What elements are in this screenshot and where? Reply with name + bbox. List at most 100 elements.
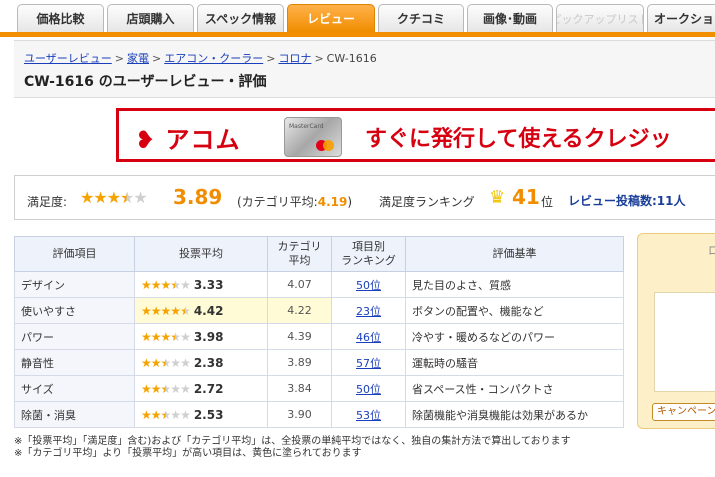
side-widget-header: ロ (708, 242, 715, 258)
row-vote-average: ★★★★★ 2.38 (134, 349, 268, 376)
tab-review[interactable]: レビュー (287, 4, 375, 32)
table-row-quietness: 静音性 ★★★★★ 2.38 3.89 57位 運転時の騒音 (14, 349, 624, 376)
row-vote-average: ★★★★★ 3.33 (134, 271, 268, 298)
row-item-label: 静音性 (14, 349, 135, 376)
side-widget-panel (654, 292, 715, 392)
star-icon: ★ (160, 407, 172, 422)
banner-logo-text: アコム (165, 126, 241, 154)
row-ranking-link[interactable]: 57位 (356, 357, 381, 370)
star-icon: ★ (141, 277, 152, 292)
row-vote-average: ★★★★★ 3.98 (134, 323, 268, 350)
row-category-average: 3.84 (267, 375, 332, 402)
side-widget: ロ キャンペーン (637, 233, 715, 429)
page-title: CW-1616 のユーザーレビュー・評価 (24, 74, 267, 90)
star-icon: ★ (150, 303, 162, 318)
star-icon: ★ (180, 381, 191, 396)
category-average-close: ) (347, 195, 353, 209)
tab-images-videos[interactable]: 画像･動画 (467, 4, 553, 32)
table-row-design: デザイン ★★★★★ 3.33 4.07 50位 見た目のよさ、質感 (14, 271, 624, 298)
row-ranking-link[interactable]: 50位 (356, 383, 381, 396)
tab-store-purchase[interactable]: 店頭購入 (107, 4, 194, 32)
row-category-average: 4.07 (267, 271, 332, 298)
tab-pickup-list[interactable]: ピックアップリスト (556, 4, 644, 32)
ranking-label: 満足度ランキング (379, 195, 475, 209)
ranking-unit: 位 (541, 195, 554, 209)
row-stars: ★★★★★ (141, 329, 191, 344)
star-icon: ★ (150, 381, 162, 396)
tab-spec-info[interactable]: スペック情報 (197, 4, 284, 32)
row-score: 4.42 (193, 303, 224, 318)
category-average: (カテゴリ平均:4.19) (237, 193, 352, 210)
star-icon: ★ (141, 381, 152, 396)
row-stars: ★★★★★ (141, 407, 191, 422)
star-icon: ★ (160, 303, 172, 318)
star-icon: ★ (170, 277, 181, 292)
row-ranking: 50位 (331, 271, 406, 298)
row-criteria: 冷やす・暖めるなどのパワー (405, 323, 624, 350)
campaign-button[interactable]: キャンペーン (652, 403, 715, 421)
ranking-value: 41 (512, 185, 540, 209)
star-icon: ★ (180, 329, 191, 344)
page-header: ユーザーレビュー > 家電 > エアコン・クーラー > コロナ > CW-1616 CW-161… (14, 40, 715, 98)
row-score: 2.72 (193, 381, 224, 396)
table-row-usability: 使いやすさ ★★★★★ 4.42 4.22 23位 ボタンの配置や、機能など (14, 297, 624, 324)
star-icon: ★ (180, 407, 191, 422)
tab-kuchikomi[interactable]: クチコミ (378, 4, 464, 32)
star-icon: ★ (120, 188, 134, 207)
row-item-label: デザイン (14, 271, 135, 298)
satisfaction-label: 満足度: (27, 195, 68, 209)
breadcrumb-separator: > (314, 52, 324, 65)
satisfaction-stars: ★★★★★ (80, 188, 148, 207)
row-category-average: 4.22 (267, 297, 332, 324)
row-stars: ★★★★★ (141, 303, 191, 318)
row-ranking: 23位 (331, 297, 406, 324)
footnotes: ※「投票平均」「満足度」含む)および「カテゴリ平均」は、全投票の単純平均ではなく… (14, 436, 571, 460)
star-icon: ★ (180, 277, 191, 292)
row-item-label: 除菌・消臭 (14, 401, 135, 428)
row-stars: ★★★★★ (141, 277, 191, 292)
row-ranking: 57位 (331, 349, 406, 376)
tab-auction[interactable]: オークショ (647, 4, 715, 32)
star-icon: ★ (80, 188, 94, 207)
row-ranking: 46位 (331, 323, 406, 350)
acom-mark-icon: ❥ (135, 126, 157, 154)
row-criteria: 除菌機能や消臭機能は効果があるか (405, 401, 624, 428)
tab-price-compare[interactable]: 価格比較 (17, 4, 104, 32)
breadcrumb-link-aircon[interactable]: エアコン・クーラー (164, 52, 263, 65)
table-header-row: 評価項目 投票平均 カテゴリ 平均 項目別 ランキング 評価基準 (14, 236, 624, 272)
ad-banner[interactable]: ❥ アコム MasterCard すぐに発行して使えるクレジッ (116, 108, 715, 162)
breadcrumb-separator: > (266, 52, 276, 65)
breadcrumb-separator: > (114, 52, 124, 65)
row-ranking-link[interactable]: 50位 (356, 279, 381, 292)
star-icon: ★ (160, 329, 172, 344)
row-category-average: 3.89 (267, 349, 332, 376)
star-icon: ★ (150, 277, 162, 292)
row-score: 2.53 (193, 407, 224, 422)
category-average-label: (カテゴリ平均: (237, 195, 318, 209)
row-ranking-link[interactable]: 23位 (356, 305, 381, 318)
star-icon: ★ (141, 303, 152, 318)
tab-underline (0, 32, 715, 37)
row-category-average: 3.90 (267, 401, 332, 428)
mastercard-orange-circle (323, 140, 334, 151)
star-icon: ★ (170, 407, 181, 422)
row-item-label: パワー (14, 323, 135, 350)
breadcrumb-link-corona[interactable]: コロナ (278, 52, 311, 65)
row-category-average: 4.39 (267, 323, 332, 350)
star-icon: ★ (170, 381, 181, 396)
header-item-ranking: 項目別 ランキング (331, 236, 406, 272)
row-ranking-link[interactable]: 53位 (356, 409, 381, 422)
row-criteria: 省スペース性・コンパクトさ (405, 375, 624, 402)
row-item-label: 使いやすさ (14, 297, 135, 324)
crown-icon: ♛ (489, 187, 506, 208)
star-icon: ★ (150, 407, 162, 422)
row-stars: ★★★★★ (141, 381, 191, 396)
footnote-1: ※「投票平均」「満足度」含む)および「カテゴリ平均」は、全投票の単純平均ではなく… (14, 436, 571, 447)
star-icon: ★ (106, 188, 121, 207)
breadcrumb-link-appliances[interactable]: 家電 (127, 52, 149, 65)
breadcrumb-link-user-review[interactable]: ユーザーレビュー (24, 52, 112, 65)
row-ranking-link[interactable]: 46位 (356, 331, 381, 344)
star-icon: ★ (170, 329, 181, 344)
breadcrumb: ユーザーレビュー > 家電 > エアコン・クーラー > コロナ > CW-1616 (24, 50, 377, 66)
row-score: 2.38 (193, 355, 224, 370)
